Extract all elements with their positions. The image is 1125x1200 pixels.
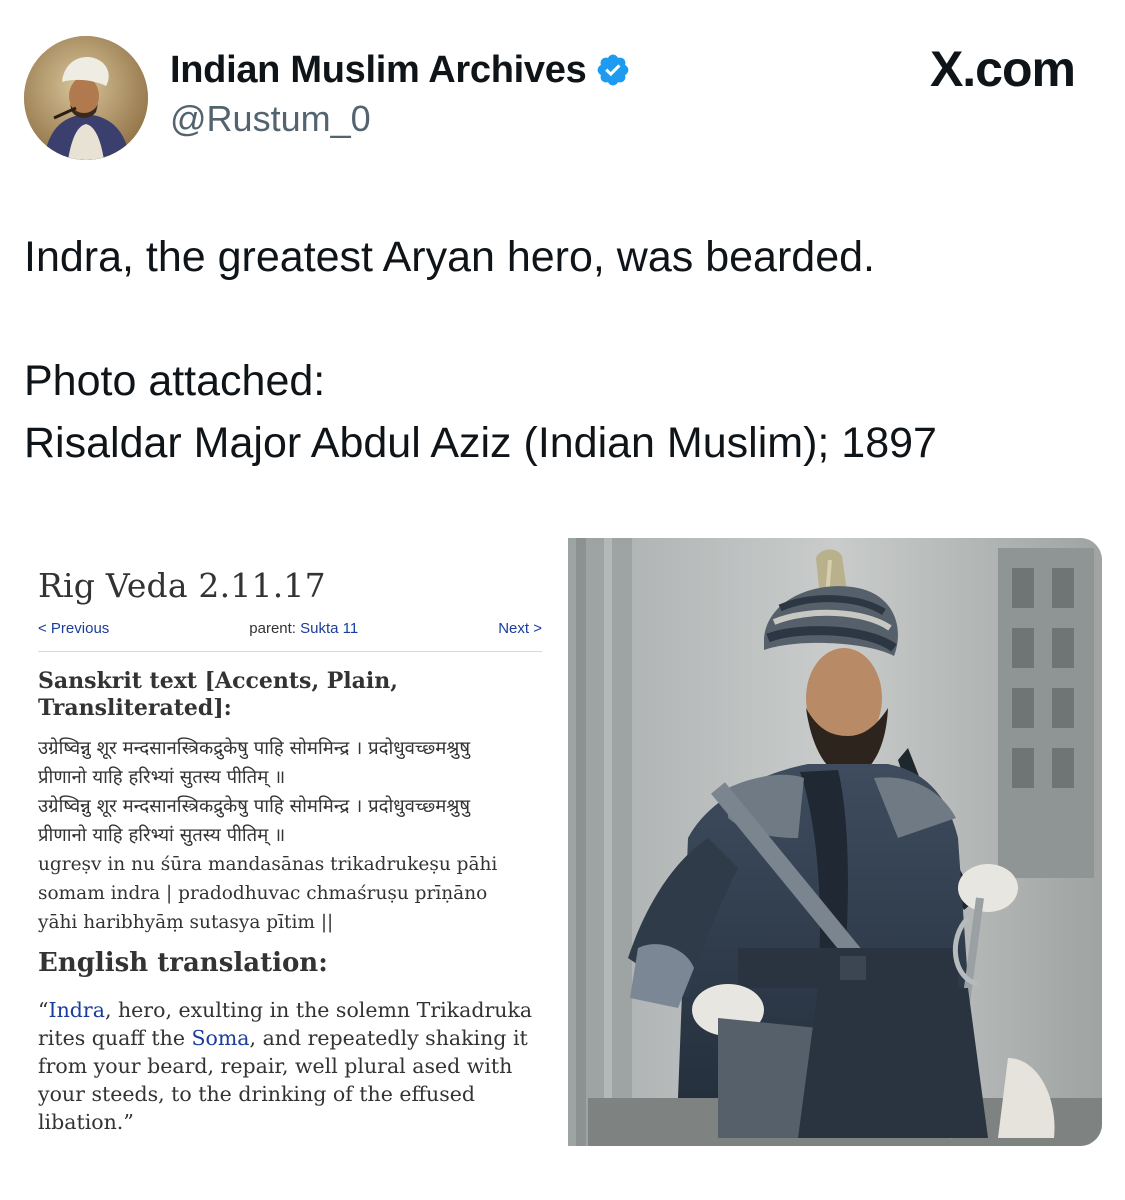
transliteration-line: yāhi haribhyāṃ sutasya pītim ||	[38, 912, 334, 933]
parent-prefix: parent:	[249, 620, 301, 637]
author-display-name[interactable]: Indian Muslim Archives	[170, 49, 587, 92]
sanskrit-line: प्रीणानो याहि हरिभ्यां सुतस्य पीतिम् ॥	[38, 767, 286, 788]
page-title: Rig Veda 2.11.17	[38, 566, 326, 605]
indra-link[interactable]: Indra	[48, 998, 104, 1022]
previous-link[interactable]: < Previous	[38, 620, 109, 637]
portrait-photo-image	[568, 538, 1102, 1146]
tweet-line: Indra, the greatest Aryan hero, was bear…	[24, 233, 875, 281]
english-heading: English translation:	[38, 948, 328, 978]
transliteration-line: ugreṣv in nu śūra mandasānas trikadrukeṣ…	[38, 854, 498, 875]
sanskrit-text: उग्रेष्विन्नु शूर मन्दसानस्त्रिकद्रुकेषु…	[38, 734, 558, 937]
tweet-line: Risaldar Major Abdul Aziz (Indian Muslim…	[24, 419, 937, 467]
sanskrit-line: उग्रेष्विन्नु शूर मन्दसानस्त्रिकद्रुकेषु…	[38, 796, 471, 817]
tweet-line: Photo attached:	[24, 357, 326, 405]
parent-link-label[interactable]: Sukta 11	[300, 620, 358, 637]
author-avatar[interactable]	[24, 36, 148, 160]
verse-navigation: < Previous parent: Sukta 11 Next >	[38, 620, 542, 652]
rig-veda-page-screenshot: Rig Veda 2.11.17 < Previous parent: Sukt…	[24, 538, 564, 1146]
transliteration-line: somam indra | pradodhuvac chmaśruṣu prīṇ…	[38, 883, 488, 904]
sanskrit-line: उग्रेष्विन्नु शूर मन्दसानस्त्रिकद्रुकेषु…	[38, 738, 471, 759]
verified-badge-icon	[598, 54, 629, 86]
open-quote: “	[38, 998, 49, 1022]
tweet-text: Indra, the greatest Aryan hero, was bear…	[24, 226, 1104, 474]
english-translation: “Indra, hero, exulting in the solemn Tri…	[38, 996, 538, 1136]
sanskrit-line: प्रीणानो याहि हरिभ्यां सुतस्य पीतिम् ॥	[38, 825, 286, 846]
author-handle[interactable]: @Rustum_0	[170, 98, 371, 140]
tweet-media[interactable]: Rig Veda 2.11.17 < Previous parent: Sukt…	[24, 538, 1102, 1146]
brand-logo: X.com	[929, 41, 1076, 97]
parent-link[interactable]: parent: Sukta 11	[249, 620, 358, 637]
soma-link[interactable]: Soma	[191, 1026, 249, 1050]
sanskrit-heading: Sanskrit text [Accents, Plain, Translite…	[38, 668, 398, 721]
next-link[interactable]: Next >	[498, 620, 542, 637]
portrait-photo[interactable]	[568, 538, 1102, 1146]
avatar-portrait-image	[24, 36, 148, 160]
